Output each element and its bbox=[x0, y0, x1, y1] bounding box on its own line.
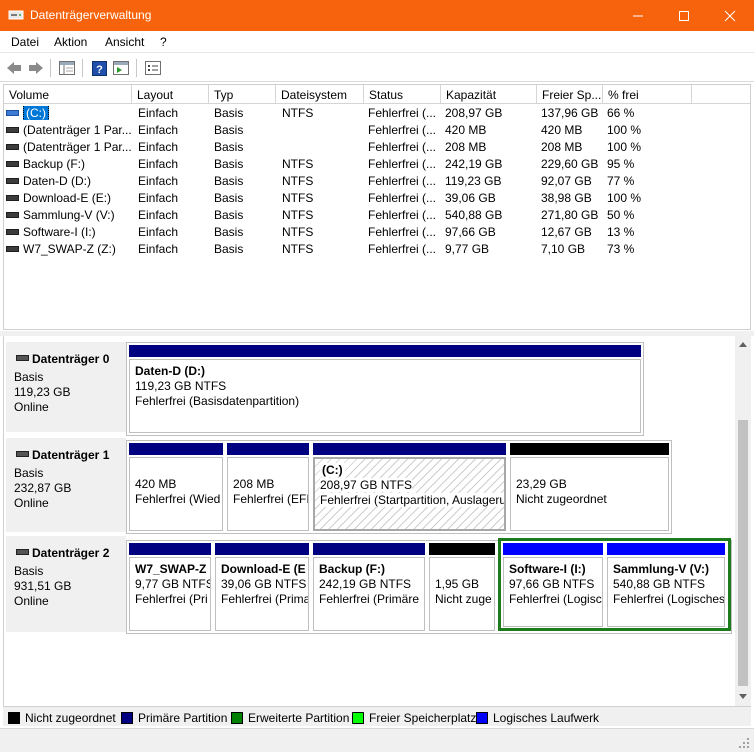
legend-free-space: Freier Speicherplatz bbox=[352, 711, 476, 725]
disk-icon bbox=[16, 355, 29, 361]
column-header-volume[interactable]: Volume bbox=[4, 85, 132, 104]
status-bar bbox=[0, 728, 754, 752]
partition-backup-f[interactable]: Backup (F:) 242,19 GB NTFS Fehlerfrei (P… bbox=[311, 541, 427, 633]
disk-0-info[interactable]: Datenträger 0 Basis 119,23 GB Online bbox=[6, 342, 126, 432]
scroll-up-icon[interactable] bbox=[739, 342, 747, 347]
properties-icon bbox=[145, 61, 161, 75]
volume-icon bbox=[6, 144, 19, 150]
legend-logical: Logisches Laufwerk bbox=[476, 711, 599, 725]
menu-help[interactable]: ? bbox=[160, 35, 167, 49]
forward-button[interactable] bbox=[26, 58, 46, 78]
partition-software-i[interactable]: Software-I (I:) 97,66 GB NTFS Fehlerfrei… bbox=[501, 541, 605, 629]
column-header-freier-speicher[interactable]: Freier Sp... bbox=[537, 85, 603, 104]
console-tree-icon bbox=[59, 61, 75, 75]
column-header-kapazitaet[interactable]: Kapazität bbox=[441, 85, 537, 104]
partition-daten-d[interactable]: Daten-D (D:) 119,23 GB NTFS Fehlerfrei (… bbox=[127, 343, 643, 435]
table-row[interactable]: (Datenträger 1 Par... Einfach Basis Fehl… bbox=[4, 122, 750, 139]
close-icon bbox=[724, 10, 736, 21]
maximize-icon bbox=[679, 10, 689, 21]
close-button[interactable] bbox=[707, 0, 753, 31]
minimize-button[interactable] bbox=[615, 0, 661, 31]
legend-extended: Erweiterte Partition bbox=[231, 711, 349, 725]
volume-icon bbox=[6, 127, 19, 133]
help-button[interactable]: ? bbox=[89, 58, 109, 78]
partition-download-e[interactable]: Download-E (E 39,06 GB NTFS Fehlerfrei (… bbox=[213, 541, 311, 633]
volume-icon bbox=[6, 246, 19, 252]
partition-sammlung-v[interactable]: Sammlung-V (V:) 540,88 GB NTFS Fehlerfre… bbox=[605, 541, 727, 629]
menu-ansicht[interactable]: Ansicht bbox=[105, 35, 144, 49]
arrow-right-icon bbox=[29, 62, 43, 74]
disk-2-partitions: W7_SWAP-Z 9,77 GB NTFS Fehlerfrei (Pri D… bbox=[126, 538, 732, 634]
scrollbar-thumb[interactable] bbox=[738, 420, 748, 686]
arrow-left-icon bbox=[7, 62, 21, 74]
action-pane-icon bbox=[113, 61, 129, 75]
partition-unallocated-2[interactable]: 1,95 GB Nicht zuge bbox=[427, 541, 497, 633]
disk-2-name: Datenträger 2 bbox=[32, 546, 110, 560]
partition-unallocated-1[interactable]: 23,29 GB Nicht zugeordnet bbox=[508, 441, 671, 533]
title-bar: Datenträgerverwaltung bbox=[0, 0, 754, 31]
scroll-down-icon[interactable] bbox=[739, 694, 747, 699]
resize-grip-icon[interactable] bbox=[738, 737, 750, 749]
table-row[interactable]: Backup (F:) Einfach Basis NTFS Fehlerfre… bbox=[4, 156, 750, 173]
table-row[interactable]: Download-E (E:) Einfach Basis NTFS Fehle… bbox=[4, 190, 750, 207]
legend-primary: Primäre Partition bbox=[121, 711, 227, 725]
disk-icon bbox=[16, 549, 29, 555]
partition-c[interactable]: (C:) 208,97 GB NTFS Fehlerfrei (Startpar… bbox=[311, 441, 508, 533]
column-header-status[interactable]: Status bbox=[364, 85, 441, 104]
show-console-tree-button[interactable] bbox=[57, 58, 77, 78]
show-action-pane-button[interactable] bbox=[111, 58, 131, 78]
disk-1-name: Datenträger 1 bbox=[32, 448, 110, 462]
properties-button[interactable] bbox=[143, 58, 163, 78]
table-row[interactable]: Software-I (I:) Einfach Basis NTFS Fehle… bbox=[4, 224, 750, 241]
partition-efi[interactable]: 208 MB Fehlerfrei (EFI bbox=[225, 441, 311, 533]
disk-graphical-view: Datenträger 0 Basis 119,23 GB Online Dat… bbox=[3, 336, 735, 706]
volume-list[interactable]: Volume Layout Typ Dateisystem Status Kap… bbox=[3, 84, 751, 330]
volume-icon bbox=[6, 212, 19, 218]
toolbar: ? bbox=[0, 54, 754, 82]
disk-management-icon bbox=[8, 10, 24, 20]
disk-2-info[interactable]: Datenträger 2 Basis 931,51 GB Online bbox=[6, 536, 126, 632]
volume-icon bbox=[6, 229, 19, 235]
menu-datei[interactable]: Datei bbox=[11, 35, 39, 49]
selected-volume-label: (C:) bbox=[23, 106, 49, 120]
menu-bar: Datei Aktion Ansicht ? bbox=[0, 31, 754, 53]
back-button[interactable] bbox=[4, 58, 24, 78]
column-header-dateisystem[interactable]: Dateisystem bbox=[276, 85, 364, 104]
disk-1-info[interactable]: Datenträger 1 Basis 232,87 GB Online bbox=[6, 438, 126, 532]
partition-w7-swap-z[interactable]: W7_SWAP-Z 9,77 GB NTFS Fehlerfrei (Pri bbox=[127, 541, 213, 633]
window-title: Datenträgerverwaltung bbox=[30, 8, 152, 22]
volume-icon bbox=[6, 178, 19, 184]
column-header-layout[interactable]: Layout bbox=[132, 85, 209, 104]
table-row[interactable]: Daten-D (D:) Einfach Basis NTFS Fehlerfr… bbox=[4, 173, 750, 190]
volume-icon bbox=[6, 110, 19, 116]
column-header-prozent-frei[interactable]: % frei bbox=[603, 85, 692, 104]
disk-view-scrollbar[interactable] bbox=[735, 336, 751, 706]
minimize-icon bbox=[633, 15, 643, 16]
menu-aktion[interactable]: Aktion bbox=[54, 35, 87, 49]
disk-icon bbox=[16, 451, 29, 457]
svg-text:?: ? bbox=[96, 64, 103, 76]
disk-1-partitions: 420 MB Fehlerfrei (Wied 208 MB Fehlerfre… bbox=[126, 440, 672, 534]
partition-recovery[interactable]: 420 MB Fehlerfrei (Wied bbox=[127, 441, 225, 533]
table-row[interactable]: (Datenträger 1 Par... Einfach Basis Fehl… bbox=[4, 139, 750, 156]
disk-0-partitions: Daten-D (D:) 119,23 GB NTFS Fehlerfrei (… bbox=[126, 342, 644, 436]
column-header-typ[interactable]: Typ bbox=[209, 85, 276, 104]
maximize-button[interactable] bbox=[661, 0, 707, 31]
table-row[interactable]: (C:) Einfach Basis NTFS Fehlerfrei (... … bbox=[4, 105, 750, 122]
table-row[interactable]: W7_SWAP-Z (Z:) Einfach Basis NTFS Fehler… bbox=[4, 241, 750, 258]
volume-icon bbox=[6, 161, 19, 167]
legend-unallocated: Nicht zugeordnet bbox=[8, 711, 116, 725]
disk-0-name: Datenträger 0 bbox=[32, 352, 110, 366]
volume-icon bbox=[6, 195, 19, 201]
table-row[interactable]: Sammlung-V (V:) Einfach Basis NTFS Fehle… bbox=[4, 207, 750, 224]
help-icon: ? bbox=[91, 60, 107, 76]
legend: Nicht zugeordnet Primäre Partition Erwei… bbox=[3, 706, 751, 726]
